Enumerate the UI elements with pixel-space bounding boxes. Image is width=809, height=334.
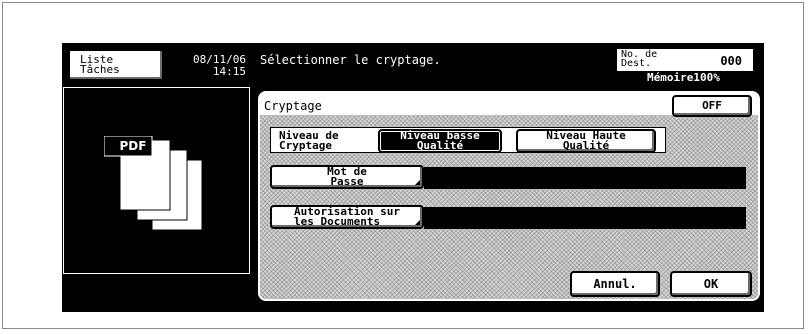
preview-pane: PDF [63, 87, 250, 274]
off-label: OFF [702, 99, 722, 112]
level-label: Niveau de Cryptage [279, 129, 339, 152]
destination-counter: No. de Dest. 000 [617, 49, 753, 71]
control-panel-screen: Liste Tâches 08/11/06 14:15 Sélectionner… [62, 43, 764, 312]
permission-label: Autorisation sur les Documents [294, 205, 400, 228]
status-message: Sélectionner le cryptage. [260, 53, 441, 67]
time-text: 14:15 [212, 65, 246, 78]
dest-label: No. de Dest. [621, 49, 658, 69]
off-button[interactable]: OFF [672, 95, 752, 117]
job-list-button[interactable]: Liste Tâches [68, 49, 164, 81]
low-quality-label: Niveau basse Qualité [400, 129, 480, 152]
low-quality-button[interactable]: Niveau basse Qualité [378, 129, 502, 153]
ok-label: OK [703, 277, 719, 291]
memory-status: Mémoire100% [647, 71, 720, 84]
password-field [424, 167, 746, 189]
permission-field [424, 207, 746, 229]
high-quality-label: Niveau Haute Qualité [546, 129, 626, 152]
cancel-button[interactable]: Annul. [570, 271, 660, 297]
panel-title: Cryptage [264, 99, 322, 113]
document-permission-button[interactable]: Autorisation sur les Documents [270, 205, 424, 229]
ok-button[interactable]: OK [670, 271, 752, 297]
cancel-label: Annul. [593, 277, 637, 291]
high-quality-button[interactable]: Niveau Haute Qualité [516, 129, 656, 153]
encryption-panel: Cryptage OFF Niveau de Cryptage Niveau b… [258, 91, 760, 301]
password-button[interactable]: Mot de Passe [270, 165, 424, 189]
pdf-label: PDF [119, 139, 147, 153]
job-list-label: Liste Tâches [80, 53, 120, 76]
dest-count: 000 [720, 54, 742, 68]
password-label: Mot de Passe [327, 165, 367, 188]
date-display: 08/11/06 14:15 [174, 53, 246, 78]
